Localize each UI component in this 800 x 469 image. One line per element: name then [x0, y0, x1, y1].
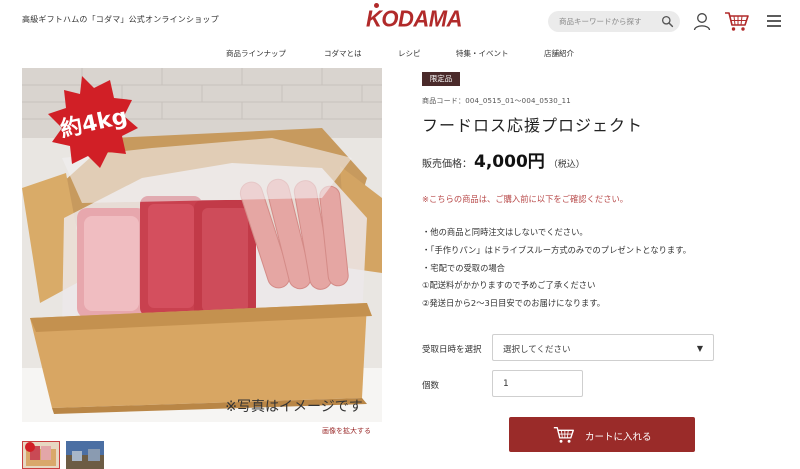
logo-dot [374, 3, 379, 8]
purchase-notice: ※こちらの商品は、ご購入前に以下をご確認ください。 [422, 194, 629, 204]
site-header: 高級ギフトハムの「コダマ」公式オンラインショップ KODAMA 商品キーワードか… [0, 0, 800, 44]
search-icon[interactable] [661, 15, 674, 28]
nav-item-stores[interactable]: 店舗紹介 [544, 48, 574, 59]
kodama-logo[interactable]: KODAMA [366, 5, 463, 32]
note-line: ・他の商品と同時注文はしないでください。 [422, 227, 588, 237]
user-icon[interactable] [692, 11, 712, 31]
quantity-label: 個数 [422, 381, 440, 391]
note-line: ・「手作りパン」はドライブスルー方式のみでのプレゼントとなります。 [422, 245, 691, 255]
price-label: 販売価格： [422, 159, 472, 170]
nav-item-feature[interactable]: 特集・イベント [456, 48, 509, 59]
product-code: 商品コード：004_0515_01～004_0530_11 [422, 97, 571, 105]
note-line: ②発送日から2～3日目安でのお届けになります。 [422, 298, 606, 308]
add-to-cart-label: カートに入れる [585, 432, 652, 443]
product-photo[interactable]: 約4kg ※写真はイメージです [22, 68, 382, 422]
pickup-date-select[interactable]: 選択してください ▼ [492, 334, 714, 361]
add-to-cart-button[interactable]: カートに入れる [509, 417, 695, 452]
pickup-date-value: 選択してください [503, 345, 571, 355]
caret-down-icon: ▼ [696, 344, 703, 353]
pickup-date-label: 受取日時を選択 [422, 345, 482, 355]
zoom-image-link[interactable]: 画像を拡大する [322, 426, 371, 436]
cart-icon [553, 427, 574, 443]
price-row: 販売価格： 4,000円 （税込） [422, 147, 585, 172]
search-input[interactable]: 商品キーワードから探す [559, 16, 642, 27]
search-box[interactable]: 商品キーワードから探す [548, 11, 680, 32]
thumbnail-1[interactable] [22, 441, 60, 469]
quantity-input[interactable] [492, 370, 583, 397]
cart-icon[interactable] [724, 10, 750, 32]
site-tagline: 高級ギフトハムの「コダマ」公式オンラインショップ [22, 15, 219, 24]
note-line: ①配送料がかかりますので予めご了承ください [422, 280, 596, 290]
photo-caption: ※写真はイメージです [225, 399, 362, 415]
thumbnail-2[interactable] [66, 441, 104, 469]
product-title: フードロス応援プロジェクト [422, 116, 644, 135]
hamburger-menu-icon[interactable] [766, 13, 782, 29]
nav-item-about[interactable]: コダマとは [324, 48, 362, 59]
note-line: ・宅配での受取の場合 [422, 263, 505, 273]
limited-badge: 限定品 [422, 72, 460, 86]
main-nav: 商品ラインナップ コダマとは レシピ 特集・イベント 店舗紹介 [0, 48, 800, 64]
nav-item-recipe[interactable]: レシピ [398, 48, 421, 59]
price-value: 4,000円 [474, 152, 545, 172]
price-tax-note: （税込） [548, 160, 585, 170]
nav-item-lineup[interactable]: 商品ラインナップ [226, 48, 286, 59]
